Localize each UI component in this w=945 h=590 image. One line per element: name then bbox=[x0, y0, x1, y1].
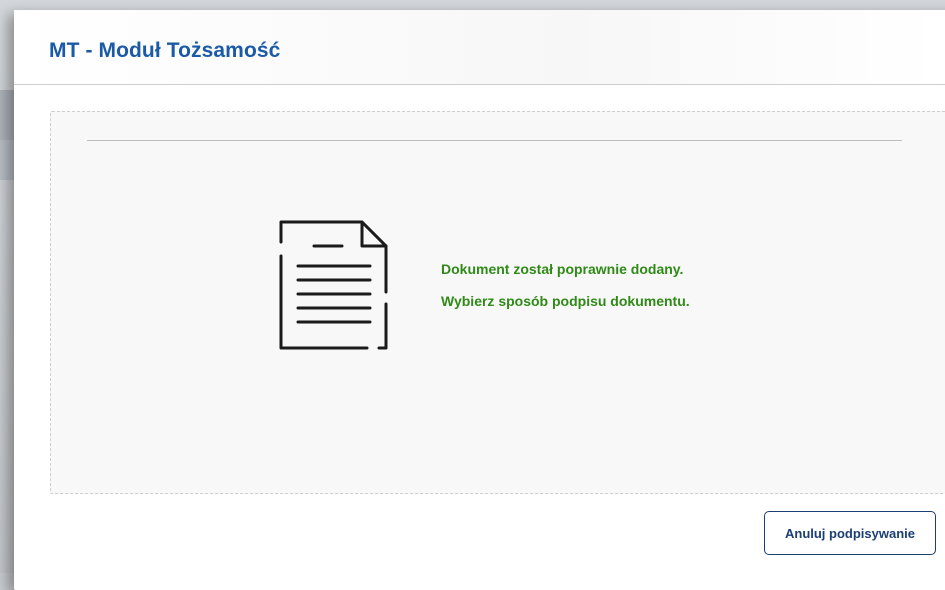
success-message: Dokument został poprawnie dodany. bbox=[441, 261, 684, 277]
document-icon bbox=[279, 220, 388, 350]
status-messages: Dokument został poprawnie dodany. Wybier… bbox=[441, 259, 901, 311]
identity-module-dialog: MT - Moduł Tożsamość Dokument został pop… bbox=[14, 10, 945, 590]
content-divider bbox=[87, 140, 902, 141]
dialog-header: MT - Moduł Tożsamość bbox=[14, 10, 945, 85]
cancel-signing-button[interactable]: Anuluj podpisywanie bbox=[764, 511, 936, 555]
instruction-message: Wybierz sposób podpisu dokumentu. bbox=[441, 293, 690, 309]
dialog-title: MT - Moduł Tożsamość bbox=[49, 39, 281, 62]
document-drop-area: Dokument został poprawnie dodany. Wybier… bbox=[50, 111, 945, 494]
